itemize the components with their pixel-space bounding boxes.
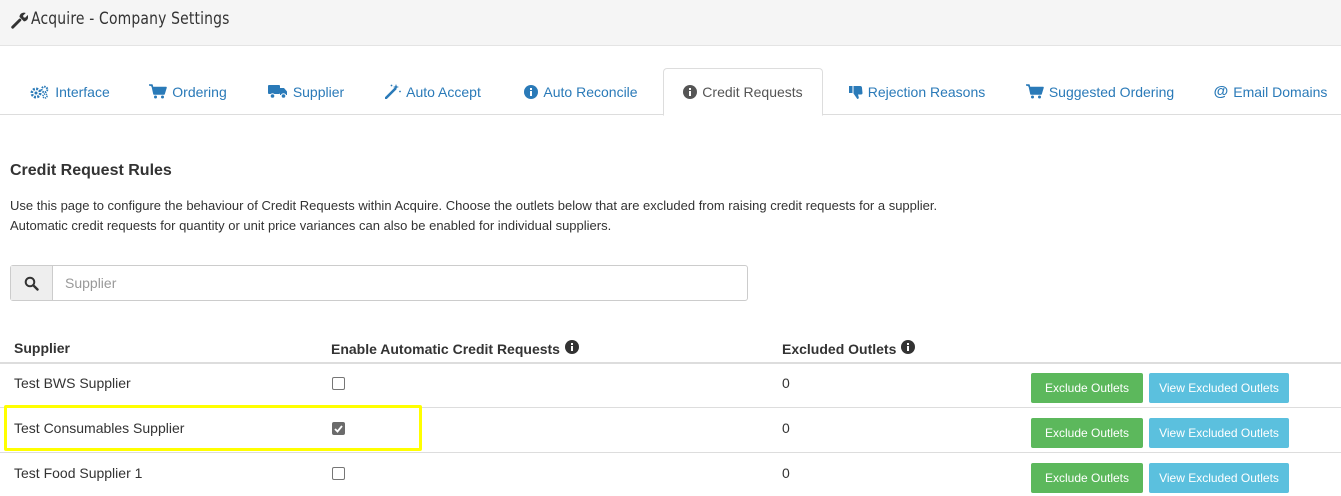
tab-suggested-ordering[interactable]: Suggested Ordering xyxy=(1010,68,1190,115)
excluded-outlets-count: 0 xyxy=(782,465,790,481)
tab-email-domains-label: Email Domains xyxy=(1233,83,1328,100)
search-input[interactable] xyxy=(53,266,747,300)
auto-credit-checkbox[interactable] xyxy=(332,377,345,390)
view-excluded-outlets-button[interactable]: View Excluded Outlets xyxy=(1149,463,1289,493)
magic-wand-icon xyxy=(385,84,402,99)
wrench-icon xyxy=(11,12,28,29)
tab-auto-reconcile[interactable]: Auto Reconcile xyxy=(508,68,654,115)
tab-ordering[interactable]: Ordering xyxy=(133,68,243,115)
tab-ordering-label: Ordering xyxy=(172,83,227,100)
tab-rejection-reasons[interactable]: Rejection Reasons xyxy=(832,68,1002,115)
tab-email-domains[interactable]: @ Email Domains xyxy=(1200,68,1341,115)
cart-icon xyxy=(1025,84,1044,99)
tab-auto-accept[interactable]: Auto Accept xyxy=(368,68,498,115)
tab-interface[interactable]: Interface xyxy=(16,68,124,115)
exclude-outlets-button[interactable]: Exclude Outlets xyxy=(1031,418,1143,448)
section-description: Use this page to configure the behaviour… xyxy=(10,196,1260,236)
column-header-excluded-outlets-label: Excluded Outlets xyxy=(782,340,897,357)
table-row: Test BWS Supplier 0 Exclude Outlets View… xyxy=(0,363,1341,408)
description-line-1: Use this page to configure the behaviour… xyxy=(10,198,938,213)
cogs-icon xyxy=(30,85,50,99)
supplier-name: Test Food Supplier 1 xyxy=(14,465,143,481)
thumbs-down-icon xyxy=(848,85,863,99)
info-circle-icon xyxy=(683,85,698,99)
highlight-box xyxy=(4,405,422,451)
page-header: Acquire - Company Settings xyxy=(0,0,1341,46)
exclude-outlets-button[interactable]: Exclude Outlets xyxy=(1031,463,1143,493)
settings-tabs: Interface Ordering Supplier Auto Accept … xyxy=(0,68,1341,116)
view-excluded-outlets-button[interactable]: View Excluded Outlets xyxy=(1149,418,1289,448)
column-header-excluded-outlets: Excluded Outlets xyxy=(782,340,916,357)
excluded-outlets-count: 0 xyxy=(782,375,790,391)
page-title: Acquire - Company Settings xyxy=(31,9,230,29)
truck-icon xyxy=(267,84,288,99)
tab-auto-reconcile-label: Auto Reconcile xyxy=(543,83,638,100)
tab-credit-requests[interactable]: Credit Requests xyxy=(663,68,823,116)
search-addon[interactable] xyxy=(11,266,53,300)
search-icon xyxy=(24,276,39,291)
column-header-supplier: Supplier xyxy=(14,340,70,356)
cart-icon xyxy=(149,84,168,99)
tab-supplier-label: Supplier xyxy=(292,83,345,100)
at-icon: @ xyxy=(1213,83,1229,100)
tab-interface-label: Interface xyxy=(55,83,110,100)
info-circle-icon xyxy=(524,84,539,99)
info-circle-icon[interactable] xyxy=(564,340,579,357)
section-title: Credit Request Rules xyxy=(10,162,172,179)
tab-auto-accept-label: Auto Accept xyxy=(406,83,481,100)
exclude-outlets-button[interactable]: Exclude Outlets xyxy=(1031,373,1143,403)
view-excluded-outlets-button[interactable]: View Excluded Outlets xyxy=(1149,373,1289,403)
column-header-auto-credit: Enable Automatic Credit Requests xyxy=(331,340,579,357)
supplier-search xyxy=(10,265,748,301)
info-circle-icon[interactable] xyxy=(901,340,916,357)
supplier-name: Test BWS Supplier xyxy=(14,375,131,391)
auto-credit-checkbox[interactable] xyxy=(332,467,345,480)
tab-supplier[interactable]: Supplier xyxy=(253,68,359,115)
table-row: Test Food Supplier 1 0 Exclude Outlets V… xyxy=(0,453,1341,496)
description-line-2: Automatic credit requests for quantity o… xyxy=(10,218,612,233)
excluded-outlets-count: 0 xyxy=(782,420,790,436)
column-header-supplier-label: Supplier xyxy=(14,340,71,356)
tab-rejection-reasons-label: Rejection Reasons xyxy=(867,83,986,100)
column-header-auto-credit-label: Enable Automatic Credit Requests xyxy=(331,340,560,357)
tab-credit-requests-label: Credit Requests xyxy=(702,84,803,100)
tab-suggested-ordering-label: Suggested Ordering xyxy=(1048,83,1175,100)
